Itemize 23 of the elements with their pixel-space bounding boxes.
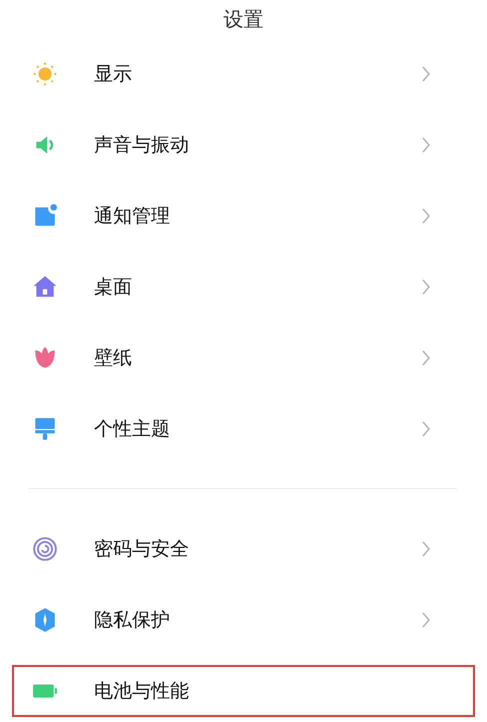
page-title: 设置 bbox=[222, 6, 264, 33]
house-icon bbox=[32, 274, 58, 300]
settings-label: 声音与振动 bbox=[94, 132, 190, 158]
settings-label: 壁纸 bbox=[94, 346, 133, 370]
settings-item[interactable]: 壁纸 bbox=[12, 322, 475, 393]
highlighted-settings-item[interactable]: 电池与性能 bbox=[12, 665, 475, 717]
settings-item[interactable]: 隐私保护 bbox=[12, 584, 475, 655]
settings-label: 密码与安全 bbox=[94, 536, 190, 562]
settings-item[interactable]: 密码与安全 bbox=[12, 513, 475, 584]
settings-label: 电池与性能 bbox=[94, 679, 190, 704]
settings-item[interactable]: 通知管理 bbox=[12, 180, 475, 251]
settings-item[interactable]: 声音与振动 bbox=[12, 109, 475, 180]
settings-item[interactable]: 显示 bbox=[12, 38, 475, 109]
sun-icon bbox=[32, 60, 58, 86]
settings-item[interactable]: 桌面 bbox=[12, 251, 475, 322]
settings-label: 通知管理 bbox=[94, 204, 171, 228]
brush-icon bbox=[32, 416, 58, 442]
settings-label: 桌面 bbox=[94, 274, 133, 300]
settings-label: 隐私保护 bbox=[94, 608, 171, 632]
settings-label: 显示 bbox=[94, 62, 133, 86]
settings-label: 个性主题 bbox=[94, 416, 171, 442]
fingerprint-icon bbox=[32, 536, 58, 562]
settings-item[interactable]: 个性主题 bbox=[12, 393, 475, 464]
